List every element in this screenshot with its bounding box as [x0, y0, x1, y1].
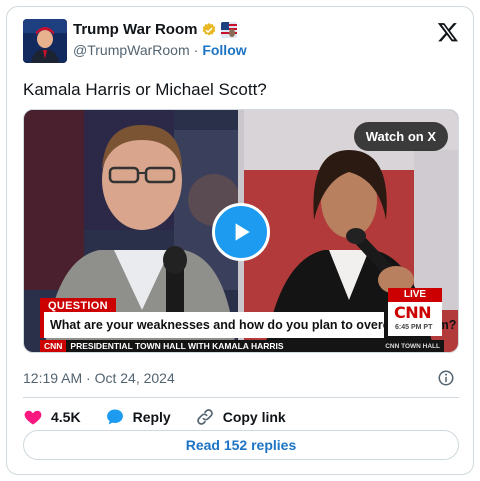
reply-bubble-icon [106, 409, 123, 425]
read-replies-button[interactable]: Read 152 replies [23, 430, 459, 460]
author-name-row: Trump War Room [73, 21, 238, 38]
like-count: 4.5K [51, 409, 81, 425]
ticker-text: PRESIDENTIAL TOWN HALL WITH KAMALA HARRI… [70, 341, 284, 351]
affiliation-badge[interactable] [221, 21, 238, 38]
ticker-right-label: CNN TOWN HALL [385, 342, 440, 350]
author-handle[interactable]: @TrumpWarRoom [73, 42, 190, 58]
author-handle-row: @TrumpWarRoom · Follow [73, 42, 247, 58]
play-button[interactable] [212, 203, 270, 261]
verified-badge-icon [203, 22, 216, 35]
video-player[interactable]: Watch on X QUESTION What are your weakne… [23, 109, 459, 353]
action-bar: 4.5K Reply Copy link [23, 403, 310, 431]
tweet-card: Trump War Room @TrumpWarRoom · Follow Ka… [6, 6, 474, 475]
heart-icon [24, 410, 42, 425]
author-display-name[interactable]: Trump War Room [73, 21, 197, 38]
tweet-text: Kamala Harris or Michael Scott? [23, 80, 267, 99]
ticker-bar: CNN PRESIDENTIAL TOWN HALL WITH KAMALA H… [40, 340, 444, 352]
follow-button[interactable]: Follow [202, 42, 246, 58]
copy-link-button[interactable]: Copy link [195, 407, 286, 427]
avatar[interactable] [23, 19, 67, 63]
live-tag: LIVE [388, 288, 442, 302]
x-logo-icon[interactable] [437, 21, 459, 43]
divider [23, 397, 459, 398]
link-icon [196, 409, 213, 425]
separator-dot: · [193, 42, 199, 58]
reply-button[interactable]: Reply [105, 407, 171, 427]
copy-link-label: Copy link [222, 409, 286, 425]
live-badge: LIVE CNN 6:45 PM PT [388, 288, 442, 336]
play-icon [235, 223, 250, 241]
broadcast-clock: 6:45 PM PT [395, 324, 433, 331]
cnn-logo: CNN [394, 303, 432, 322]
watch-on-x-button[interactable]: Watch on X [353, 122, 448, 151]
reply-label: Reply [132, 409, 171, 425]
tweet-timestamp[interactable]: 12:19 AM · Oct 24, 2024 [23, 370, 175, 386]
info-icon[interactable] [437, 369, 455, 387]
question-caption: What are your weaknesses and how do you … [40, 312, 456, 338]
like-button[interactable]: 4.5K [23, 407, 81, 427]
ticker-network: CNN [40, 340, 67, 352]
